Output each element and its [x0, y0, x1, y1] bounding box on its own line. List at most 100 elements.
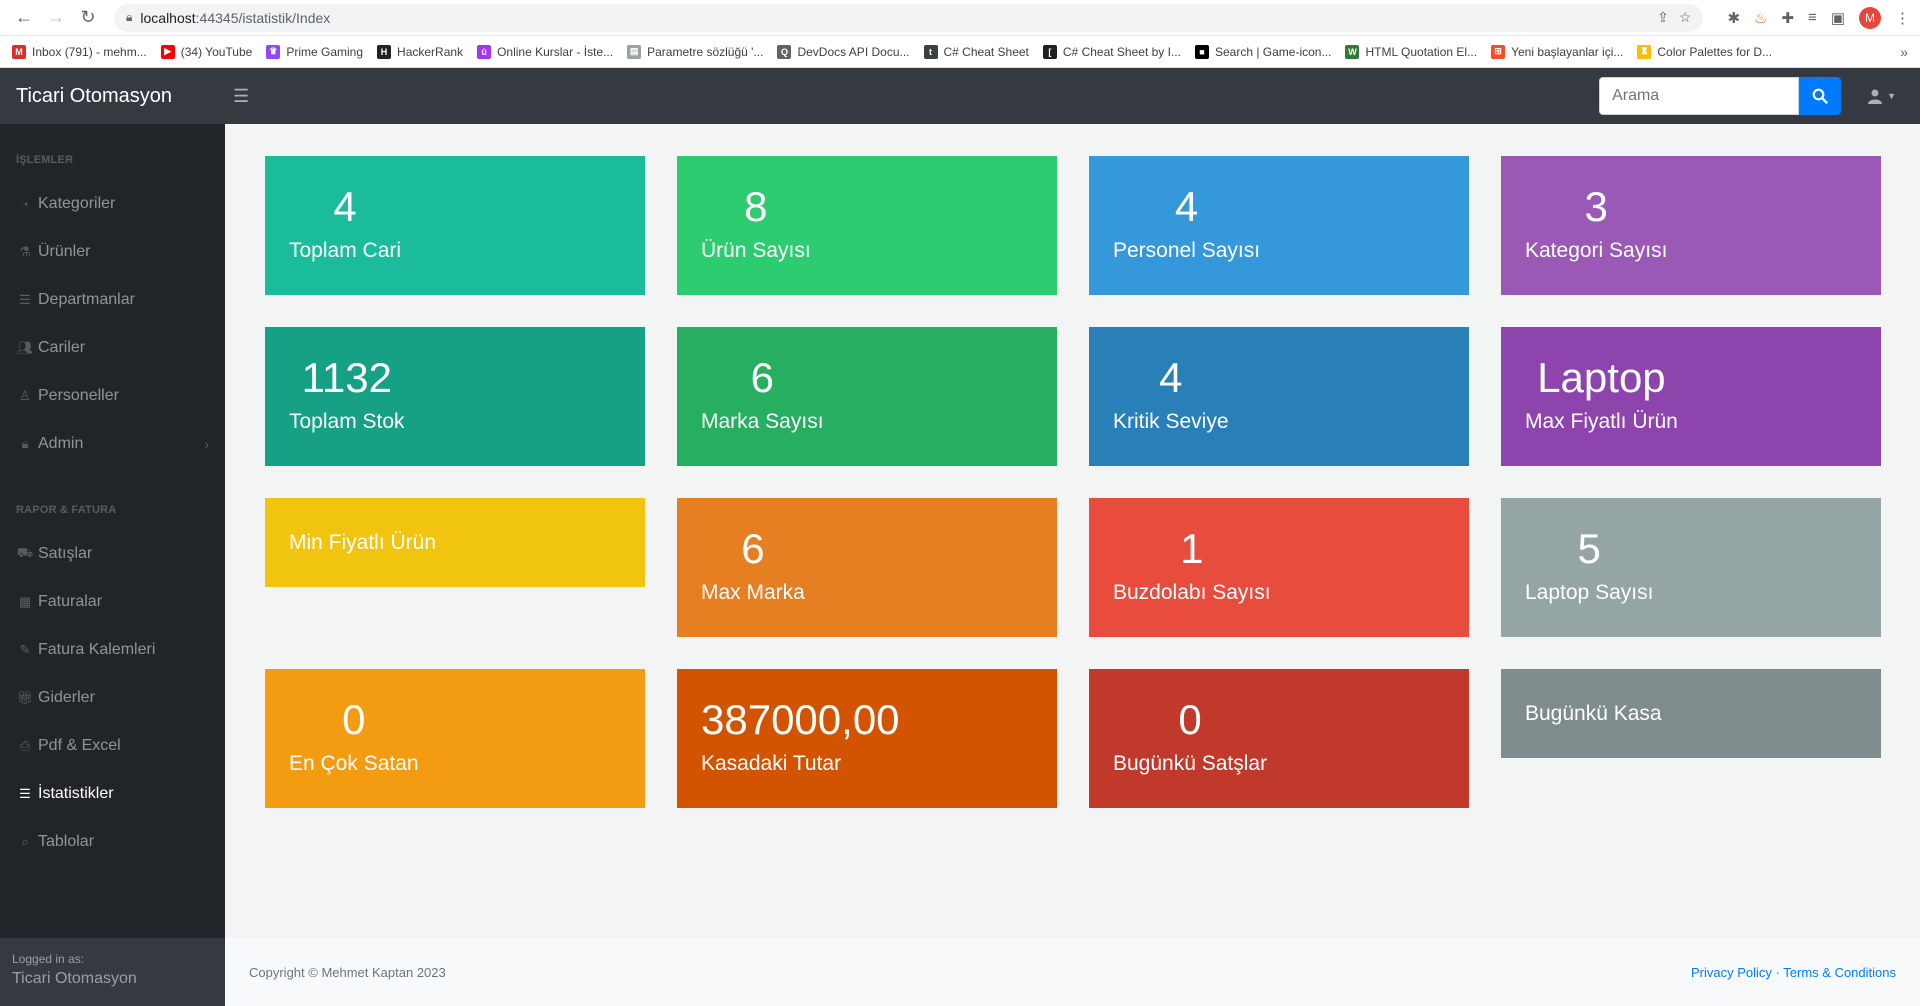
brand-title[interactable]: Ticari Otomasyon — [0, 85, 225, 108]
forward-icon[interactable]: → — [42, 4, 70, 32]
sidebar-footer: Logged in as: Ticari Otomasyon — [0, 938, 225, 1006]
terms-link[interactable]: Terms & Conditions — [1783, 965, 1896, 980]
sidebar: İŞLEMLER ◔ Kategoriler ⚗ Ürünler ☰ Departmanl… — [0, 124, 225, 1006]
browser-menu-icon[interactable]: ⋮ — [1895, 9, 1910, 27]
bookmark-item[interactable]: [C# Cheat Sheet by I... — [1042, 44, 1181, 59]
stat-label: Max Marka — [701, 581, 805, 604]
stat-label: Toplam Stok — [289, 410, 405, 433]
sidebar-item-label: Faturalar — [38, 593, 103, 610]
bookmark-favicon-icon: Q — [777, 44, 792, 59]
reload-icon[interactable]: ↻ — [74, 4, 102, 32]
stat-card: 4 Personel Sayısı — [1089, 156, 1469, 295]
bookmarks-overflow-icon[interactable]: » — [1900, 44, 1908, 60]
sidebar-item[interactable]: ◔ Kategoriler — [0, 180, 225, 228]
logged-in-user: Ticari Otomasyon — [12, 970, 137, 987]
stat-value: 6 — [741, 525, 765, 572]
stat-label: Max Fiyatlı Ürün — [1525, 410, 1678, 433]
search-icon: ⌕ — [21, 834, 29, 849]
bookmark-label: Inbox (791) - mehm... — [32, 44, 147, 59]
bookmark-favicon-icon: W — [1345, 44, 1360, 59]
bookmark-item[interactable]: H HackerRank — [377, 44, 463, 59]
user-dropdown[interactable]: ▼ — [1867, 88, 1896, 104]
bookmark-label: HTML Quotation El... — [1365, 44, 1478, 59]
search-button[interactable] — [1799, 77, 1842, 115]
sidebar-item[interactable]: ☰ Departmanlar — [0, 276, 225, 324]
sidebar-item[interactable]: 🔒︎ Admin › — [0, 420, 225, 468]
stat-card: Min Fiyatlı Ürün — [265, 498, 645, 587]
bookmark-favicon-icon: ♛ — [266, 44, 281, 59]
address-bar[interactable]: 🔒︎ localhost:44345/istatistik/Index ⇪ ☆ — [114, 3, 1704, 32]
bookmark-favicon-icon: t — [923, 44, 938, 59]
stat-value: 1132 — [301, 354, 392, 401]
privacy-policy-link[interactable]: Privacy Policy — [1691, 965, 1772, 980]
sidebar-item[interactable]: ▦ Faturalar — [0, 578, 225, 626]
bookmark-item[interactable]: ■ Search | Game-icon... — [1194, 44, 1331, 59]
stat-label: Min Fiyatlı Ürün — [289, 531, 437, 554]
copyright-text: Copyright © Mehmet Kaptan 2023 — [249, 964, 446, 980]
extension-bug-icon[interactable]: ✱ — [1727, 9, 1740, 27]
bookmark-item[interactable]: ♛ Prime Gaming — [266, 44, 363, 59]
sidebar-item-label: Cariler — [38, 339, 86, 356]
app: Ticari Otomasyon ☰ ▼ İŞLEMLER ◔ Kategoril… — [0, 68, 1920, 1006]
sidebar-item-label: Admin — [38, 435, 84, 452]
stat-card: 0 Bugünkü Satşlar — [1089, 669, 1469, 808]
sidebar-item-label: Satışlar — [38, 545, 93, 562]
sidebar-item[interactable]: ♙ Personeller — [0, 372, 225, 420]
bookmark-item[interactable]: Q DevDocs API Docu... — [777, 44, 910, 59]
stat-card: 3 Kategori Sayısı — [1501, 156, 1881, 295]
bookmark-star-icon[interactable]: ☆ — [1679, 9, 1692, 26]
stat-card: 8 Ürün Sayısı — [677, 156, 1057, 295]
sidebar-item[interactable]: ⚗ Ürünler — [0, 228, 225, 276]
bookmark-item[interactable]: ♜ Color Palettes for D... — [1637, 44, 1772, 59]
sidebar-item[interactable]: ⌕ Tablolar — [0, 818, 225, 866]
top-navbar: Ticari Otomasyon ☰ ▼ — [0, 68, 1920, 124]
sidebar-item[interactable]: ☰ İstatistikler — [0, 770, 225, 818]
stat-card: 6 Marka Sayısı — [677, 327, 1057, 466]
back-icon[interactable]: ← — [10, 4, 38, 32]
bookmark-item[interactable]: W HTML Quotation El... — [1345, 44, 1478, 59]
sidebar-item-label: İstatistikler — [38, 785, 114, 802]
sidebar-item-label: Ürünler — [38, 243, 91, 260]
users-icon: 👥︎ — [16, 340, 34, 355]
stat-value: 4 — [1159, 354, 1183, 401]
caret-down-icon: ▼ — [1887, 91, 1896, 101]
page-footer: Copyright © Mehmet Kaptan 2023 Privacy P… — [225, 938, 1920, 1006]
stat-label: Personel Sayısı — [1113, 239, 1261, 262]
stat-card: 5 Laptop Sayısı — [1501, 498, 1881, 637]
sidebar-item-label: Departmanlar — [38, 291, 135, 308]
car-icon: ⛟ — [16, 545, 34, 560]
side-panel-icon[interactable]: ▣ — [1831, 9, 1845, 27]
sidebar-item[interactable]: 🎁︎ Giderler — [0, 674, 225, 722]
sidebar-heading-islemler: İŞLEMLER — [16, 154, 74, 166]
sidebar-item[interactable]: ⛟ Satışlar — [0, 530, 225, 578]
bookmark-item[interactable]: ⊞ Yeni başlayanlar içi... — [1491, 44, 1624, 59]
sidebar-item[interactable]: ✎ Fatura Kalemleri — [0, 626, 225, 674]
gift-icon: 🎁︎ — [16, 690, 34, 705]
reading-list-icon[interactable]: ≡ — [1808, 9, 1817, 26]
stat-value: 6 — [750, 354, 774, 401]
search-input[interactable] — [1599, 77, 1800, 115]
bookmark-item[interactable]: û Online Kurslar - İste... — [477, 44, 613, 59]
profile-avatar[interactable]: M — [1859, 6, 1881, 29]
sidebar-item[interactable]: 👥︎ Cariler — [0, 324, 225, 372]
stat-label: Kritik Seviye — [1113, 410, 1229, 433]
bookmark-label: Yeni başlayanlar içi... — [1511, 44, 1624, 59]
bookmark-item[interactable]: ▤ Parametre sözlüğü '... — [627, 44, 763, 59]
stat-label: Toplam Cari — [289, 239, 402, 262]
extensions-puzzle-icon[interactable]: ✚ — [1781, 9, 1794, 27]
bookmark-label: DevDocs API Docu... — [797, 44, 910, 59]
sidebar-item[interactable]: ⎙ Pdf & Excel — [0, 722, 225, 770]
stat-value: Laptop — [1537, 354, 1666, 401]
bookmark-item[interactable]: ▶ (34) YouTube — [160, 44, 252, 59]
extension-fire-icon[interactable]: ♨ — [1754, 9, 1767, 27]
sidebar-toggle-icon[interactable]: ☰ — [233, 86, 249, 107]
lock-icon: 🔒︎ — [21, 436, 29, 451]
user-tie-icon: ♙ — [19, 388, 31, 403]
bookmark-favicon-icon: M — [12, 44, 26, 59]
bars-icon: ☰ — [19, 292, 31, 307]
browser-toolbar: ← → ↻ 🔒︎ localhost:44345/istatistik/Inde… — [0, 0, 1920, 36]
bookmark-item[interactable]: t C# Cheat Sheet — [923, 44, 1029, 59]
sidebar-item-label: Pdf & Excel — [38, 737, 121, 754]
share-icon[interactable]: ⇪ — [1657, 9, 1669, 26]
bookmark-item[interactable]: M Inbox (791) - mehm... — [12, 44, 147, 59]
